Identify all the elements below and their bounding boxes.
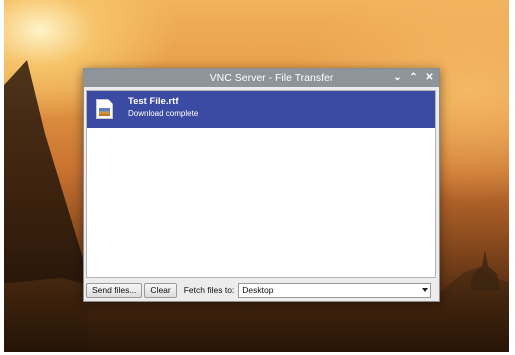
screen-border-left: [0, 0, 4, 355]
chevron-down-icon[interactable]: [422, 287, 429, 292]
fetch-files-label: Fetch files to:: [183, 285, 235, 295]
list-item[interactable]: Test File.rtf Download complete: [87, 91, 435, 128]
document-icon: [96, 99, 113, 119]
fetch-destination-select[interactable]: Desktop: [238, 282, 432, 298]
minimize-icon[interactable]: ⌄: [392, 71, 403, 85]
transfer-list[interactable]: Test File.rtf Download complete: [86, 90, 436, 278]
window-title: VNC Server - File Transfer: [209, 72, 334, 84]
bottom-toolbar: Send files... Clear Fetch files to: Desk…: [86, 282, 436, 298]
file-transfer-window: VNC Server - File Transfer ⌄ ⌃ ✕ Test Fi…: [83, 68, 440, 302]
clear-button[interactable]: Clear: [144, 282, 177, 298]
file-status: Download complete: [128, 109, 199, 118]
maximize-icon[interactable]: ⌃: [408, 71, 419, 85]
file-text: Test File.rtf Download complete: [128, 96, 198, 120]
screen-border-right: [509, 0, 515, 355]
window-titlebar[interactable]: VNC Server - File Transfer ⌄ ⌃ ✕: [84, 69, 439, 87]
close-icon[interactable]: ✕: [424, 71, 435, 85]
file-name: Test File.rtf: [128, 96, 179, 107]
window-controls: ⌄ ⌃ ✕: [392, 69, 435, 87]
desktop-background: VNC Server - File Transfer ⌄ ⌃ ✕ Test Fi…: [0, 0, 515, 355]
send-files-button[interactable]: Send files...: [86, 282, 143, 298]
fetch-destination-value: Desktop: [242, 284, 274, 295]
